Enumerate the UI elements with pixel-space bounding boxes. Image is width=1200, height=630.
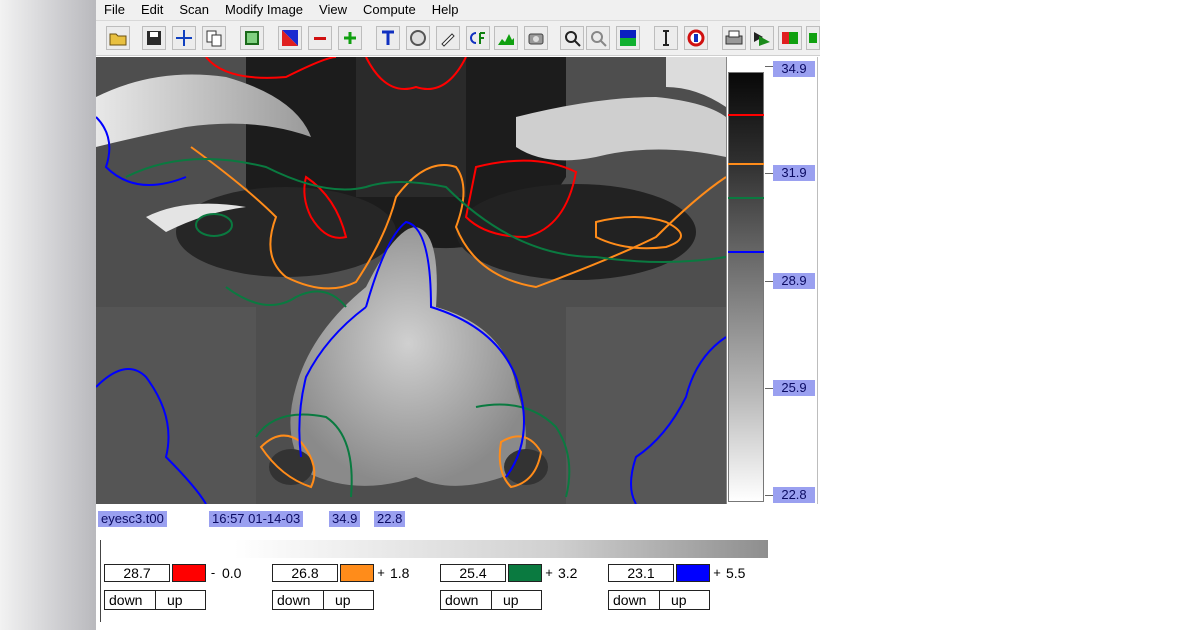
isotherm-adjust-buttons: down up [440, 590, 542, 610]
menu-view[interactable]: View [311, 0, 355, 20]
camera-icon[interactable] [524, 26, 548, 50]
color-map-icon[interactable] [616, 26, 640, 50]
crosshair-icon[interactable] [172, 26, 196, 50]
copy-icon[interactable] [202, 26, 226, 50]
scale-label-min: 22.8 [773, 487, 815, 503]
isotherm-color-swatch[interactable] [508, 564, 542, 582]
menu-scan[interactable]: Scan [171, 0, 217, 20]
open-folder-icon[interactable] [106, 26, 130, 50]
palette-icon[interactable] [278, 26, 302, 50]
minus-icon[interactable] [308, 26, 332, 50]
isotherm-value-field[interactable]: 28.7 [104, 564, 170, 582]
up-button[interactable]: up [503, 591, 519, 609]
down-button[interactable]: down [613, 591, 646, 609]
isotherm-sign: - [210, 565, 216, 580]
menu-help[interactable]: Help [424, 0, 467, 20]
isotherm-color-swatch[interactable] [676, 564, 710, 582]
isotherm-sign: + [713, 565, 721, 580]
aperture-icon[interactable] [406, 26, 430, 50]
isotherm-offset: 1.8 [390, 565, 410, 581]
histogram-icon[interactable] [494, 26, 518, 50]
zoom-in-icon[interactable] [560, 26, 584, 50]
legend-gradient [234, 540, 768, 558]
menu-compute[interactable]: Compute [355, 0, 424, 20]
thermal-face-image [96, 57, 726, 504]
isotherm-sign: + [545, 565, 553, 580]
isotherm-marker-orange [728, 163, 764, 165]
status-datetime: 16:57 01-14-03 [209, 511, 304, 527]
palette-stack-icon[interactable] [750, 26, 774, 50]
isotherm-offset: 5.5 [726, 565, 746, 581]
down-button[interactable]: down [109, 591, 142, 609]
isotherm-value-field[interactable]: 26.8 [272, 564, 338, 582]
window-backdrop [0, 0, 96, 630]
isotherm-adjust-buttons: down up [272, 590, 374, 610]
isotherm-color-swatch[interactable] [172, 564, 206, 582]
menu-bar: File Edit Scan Modify Image View Compute… [96, 0, 820, 21]
isotherm-adjust-buttons: down up [608, 590, 710, 610]
save-icon[interactable] [142, 26, 166, 50]
up-button[interactable]: up [335, 591, 351, 609]
plus-icon[interactable] [338, 26, 362, 50]
menu-file[interactable]: File [96, 0, 133, 20]
cursor-i-icon[interactable] [654, 26, 678, 50]
isotherm-marker-blue [728, 251, 764, 253]
zoom-out-icon[interactable] [586, 26, 610, 50]
isotherm-adjust-buttons: down up [104, 590, 206, 610]
scale-label-max: 34.9 [773, 61, 815, 77]
status-bar: eyesc3.t00 16:57 01-14-03 34.9 22.8 [96, 507, 820, 529]
isotherm-legend: 28.7 - 0.0 down up 26.8 + 1.8 down up 25… [96, 530, 820, 630]
export-icon[interactable] [806, 26, 820, 50]
status-filename: eyesc3.t00 [98, 511, 167, 527]
thermal-image-viewer[interactable] [96, 57, 726, 504]
menu-edit[interactable]: Edit [133, 0, 171, 20]
down-button[interactable]: down [277, 591, 310, 609]
isotherm-marker-green [728, 197, 764, 199]
isotherm-sign: + [377, 565, 385, 580]
cf-icon[interactable] [466, 26, 490, 50]
thermal-app-window: File Edit Scan Modify Image View Compute… [96, 0, 820, 630]
isotherm-offset: 3.2 [558, 565, 578, 581]
menu-modify-image[interactable]: Modify Image [217, 0, 311, 20]
scale-label: 31.9 [773, 165, 815, 181]
up-button[interactable]: up [671, 591, 687, 609]
isotherm-value-field[interactable]: 25.4 [440, 564, 506, 582]
pencil-icon[interactable] [436, 26, 460, 50]
isotherm-color-swatch[interactable] [340, 564, 374, 582]
status-max-temp: 34.9 [329, 511, 361, 527]
temperature-scale: 34.9 31.9 28.9 25.9 22.8 [726, 57, 818, 504]
scale-label: 28.9 [773, 273, 815, 289]
scale-gradient-bar [728, 72, 764, 502]
isotherm-value-field[interactable]: 23.1 [608, 564, 674, 582]
status-min-temp: 22.8 [374, 511, 406, 527]
print-icon[interactable] [722, 26, 746, 50]
region-icon[interactable] [240, 26, 264, 50]
toolbar [96, 21, 820, 56]
up-button[interactable]: up [167, 591, 183, 609]
stop-icon[interactable] [684, 26, 708, 50]
down-button[interactable]: down [445, 591, 478, 609]
rgb-icon[interactable] [778, 26, 802, 50]
isotherm-offset: 0.0 [222, 565, 242, 581]
text-tool-icon[interactable] [376, 26, 400, 50]
scale-label: 25.9 [773, 380, 815, 396]
isotherm-marker-red [728, 114, 764, 116]
